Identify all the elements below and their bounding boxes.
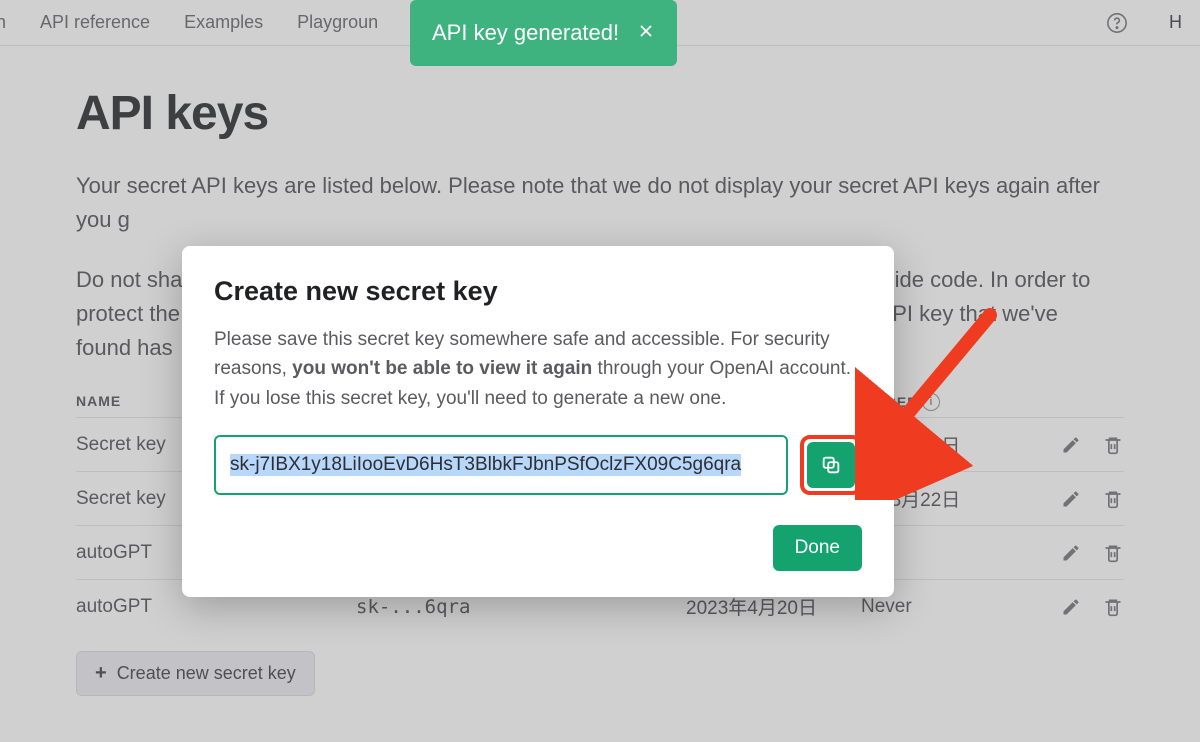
trash-icon[interactable]: [1102, 434, 1124, 456]
page-root: n API reference Examples Playgroun H API…: [0, 0, 1200, 742]
secret-key-row: sk-j7IBX1y18LiIooEvD6HsT3BlbkFJbnPSfOclz…: [214, 435, 862, 495]
trash-icon[interactable]: [1102, 488, 1124, 510]
modal-title: Create new secret key: [214, 276, 862, 307]
edit-icon[interactable]: [1060, 434, 1082, 456]
trash-icon[interactable]: [1102, 596, 1124, 618]
copy-icon: [820, 454, 842, 476]
nav-playground[interactable]: Playgroun: [297, 12, 378, 33]
page-desc-1: Your secret API keys are listed below. P…: [76, 169, 1124, 237]
create-secret-key-button[interactable]: + Create new secret key: [76, 651, 315, 696]
edit-icon[interactable]: [1060, 488, 1082, 510]
nav-examples[interactable]: Examples: [184, 12, 263, 33]
toast-message: API key generated!: [432, 20, 619, 46]
create-secret-key-modal: Create new secret key Please save this s…: [182, 246, 894, 597]
trash-icon[interactable]: [1102, 542, 1124, 564]
annotation-highlight: [800, 435, 862, 495]
edit-icon[interactable]: [1060, 542, 1082, 564]
nav-partial-right: H: [1169, 12, 1182, 33]
done-button[interactable]: Done: [773, 525, 862, 571]
toast-notification: API key generated!: [410, 0, 677, 66]
edit-icon[interactable]: [1060, 596, 1082, 618]
nav-partial-left: n: [0, 12, 6, 33]
secret-key-value: sk-j7IBX1y18LiIooEvD6HsT3BlbkFJbnPSfOclz…: [230, 454, 741, 476]
plus-icon: +: [95, 662, 107, 685]
modal-description: Please save this secret key somewhere sa…: [214, 325, 862, 413]
nav-api-reference[interactable]: API reference: [40, 12, 150, 33]
close-icon[interactable]: [637, 20, 655, 46]
page-title: API keys: [76, 86, 1124, 141]
copy-button[interactable]: [807, 442, 855, 488]
info-icon[interactable]: i: [922, 393, 940, 411]
secret-key-field[interactable]: sk-j7IBX1y18LiIooEvD6HsT3BlbkFJbnPSfOclz…: [214, 435, 788, 495]
help-icon[interactable]: [1105, 11, 1129, 35]
